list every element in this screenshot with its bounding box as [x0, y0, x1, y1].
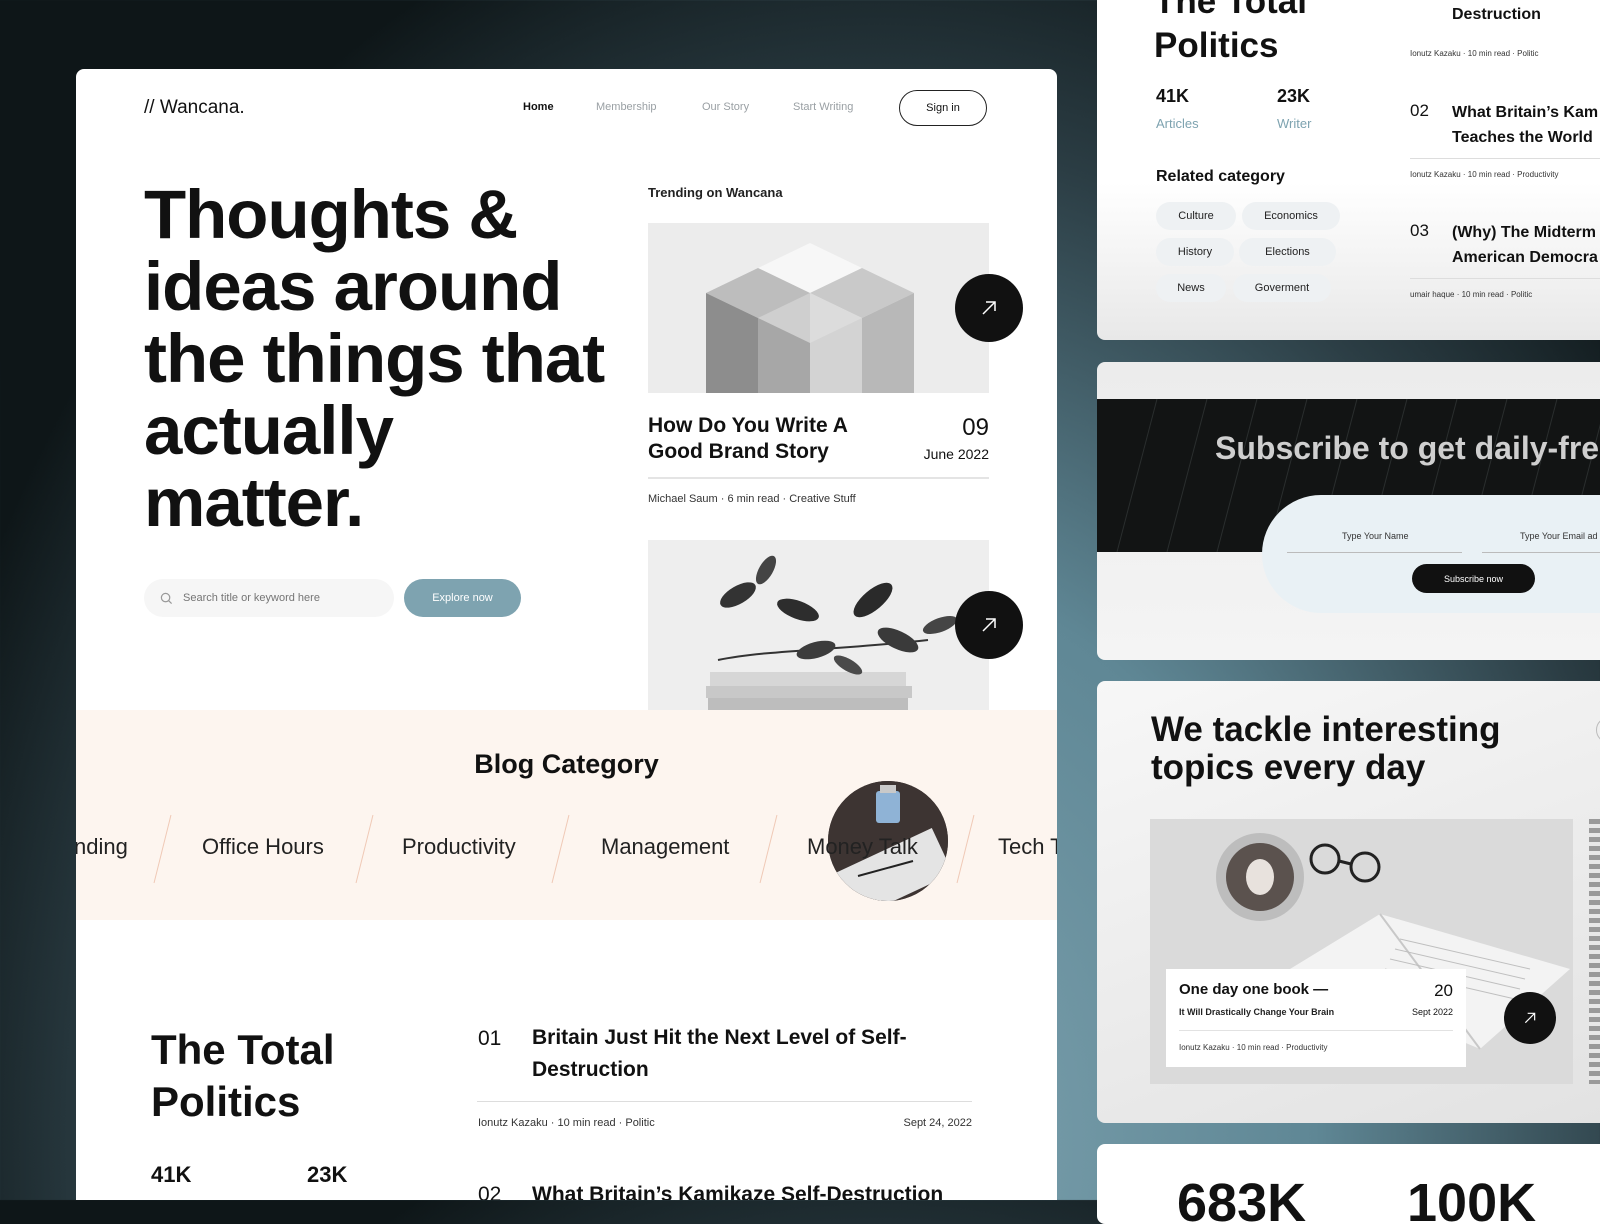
- panel-writers-label: Writer: [1277, 116, 1312, 131]
- category-item-money-talk[interactable]: Money Talk: [807, 834, 918, 860]
- nav-start-writing[interactable]: Start Writing: [793, 101, 853, 113]
- divider: [1410, 278, 1600, 279]
- panel-title-line: The Total: [1154, 0, 1307, 21]
- panel-article-title-line: Teaches the World: [1452, 129, 1593, 146]
- divider: [1179, 1030, 1453, 1031]
- chip-economics[interactable]: Economics: [1242, 202, 1340, 230]
- search-bar[interactable]: [144, 579, 394, 617]
- article-meta: Ionutz Kazaku · 10 min read · Politic: [478, 1117, 655, 1129]
- category-item-tech[interactable]: Tech T: [998, 834, 1057, 860]
- panel-article-meta: umair haque · 10 min read · Politic: [1410, 290, 1533, 299]
- category-item-productivity[interactable]: Productivity: [402, 834, 516, 860]
- panel-article-meta: Ionutz Kazaku · 10 min read · Politic: [1410, 49, 1539, 58]
- brand-logo[interactable]: // Wancana.: [144, 97, 245, 119]
- arrow-up-right-icon: [982, 618, 996, 632]
- writers-count: 23K: [307, 1162, 348, 1187]
- article-date: Sept 24, 2022: [903, 1117, 972, 1129]
- blog-category-title: Blog Category: [474, 749, 659, 779]
- panel-article-number: 02: [1410, 101, 1429, 120]
- articles-count: 41K: [151, 1162, 192, 1187]
- search-icon: [160, 592, 173, 604]
- chip-elections[interactable]: Elections: [1239, 238, 1336, 266]
- category-item-trending[interactable]: nding: [76, 834, 128, 860]
- chip-news[interactable]: News: [1156, 274, 1226, 302]
- topics-post-subtitle: It Will Drastically Change Your Brain: [1179, 1007, 1335, 1017]
- search-input[interactable]: [181, 591, 375, 605]
- politics-title: The Total Politics: [151, 1026, 335, 1125]
- arrow-up-right-icon: [1524, 1012, 1536, 1024]
- trending-post-title[interactable]: How Do You Write A Good Brand Story: [648, 413, 888, 465]
- stat-value: 100K: [1407, 1173, 1537, 1224]
- email-field-label[interactable]: Type Your Email ad: [1520, 531, 1598, 541]
- trending-post-image[interactable]: [648, 223, 989, 393]
- nav-membership[interactable]: Membership: [596, 101, 657, 113]
- topics-post-month: Sept 2022: [1411, 1007, 1453, 1017]
- panel-article-meta: Ionutz Kazaku · 10 min read · Productivi…: [1410, 170, 1559, 179]
- panel-article-title-line: American Democra: [1452, 249, 1598, 266]
- topics-image[interactable]: One day one book — It Will Drastically C…: [1150, 819, 1573, 1084]
- topics-post-day: 20: [1434, 981, 1453, 1000]
- panel-articles-label: Articles: [1156, 116, 1199, 131]
- chip-culture[interactable]: Culture: [1156, 202, 1236, 230]
- sign-in-button[interactable]: Sign in: [899, 90, 987, 126]
- panel-article-title[interactable]: (Why) The Midterm American Democra: [1452, 220, 1598, 270]
- trending-post-meta: Michael Saum · 6 min read · Creative Stu…: [648, 493, 856, 505]
- cubes-illustration: [648, 223, 989, 393]
- article-title[interactable]: Britain Just Hit the Next Level of Self-…: [532, 1022, 972, 1086]
- nav-home[interactable]: Home: [523, 101, 554, 113]
- topics-post-meta: Ionutz Kazaku · 10 min read · Productivi…: [1179, 1043, 1328, 1052]
- subscribe-button[interactable]: Subscribe now: [1412, 564, 1535, 593]
- open-topic-button[interactable]: [1504, 992, 1556, 1044]
- topics-panel: We tackle interesting topics every day O…: [1097, 681, 1600, 1123]
- subscribe-title: Subscribe to get daily-fre: [1215, 430, 1600, 466]
- topics-post-card[interactable]: One day one book — It Will Drastically C…: [1166, 969, 1466, 1067]
- trending-post-image-2[interactable]: [648, 540, 989, 710]
- article-title[interactable]: What Britain’s Kamikaze Self-Destruction: [532, 1179, 992, 1200]
- article-number: 02: [478, 1183, 502, 1200]
- subscribe-panel: Subscribe to get daily-fre Type Your Nam…: [1097, 362, 1600, 660]
- panel-title-line: Politics: [1154, 26, 1279, 65]
- subscribe-form: Type Your Name Type Your Email ad Subscr…: [1262, 495, 1600, 613]
- carousel-nav-button[interactable]: [1596, 717, 1600, 743]
- email-field[interactable]: [1482, 552, 1600, 553]
- politics-panel: The Total Politics 41K Articles 23K Writ…: [1097, 0, 1600, 340]
- trending-heading: Trending on Wancana: [648, 185, 783, 200]
- related-category-heading: Related category: [1156, 168, 1285, 185]
- name-field-label[interactable]: Type Your Name: [1342, 531, 1409, 541]
- panel-article-title[interactable]: Destruction: [1452, 6, 1541, 24]
- divider: [648, 477, 989, 479]
- chip-history[interactable]: History: [1156, 238, 1234, 266]
- trending-post-month: June 2022: [923, 446, 989, 462]
- panel-politics-title: The Total Politics: [1154, 0, 1307, 68]
- divider: [1410, 158, 1600, 159]
- panel-article-title-line: (Why) The Midterm: [1452, 224, 1596, 241]
- nav-our-story[interactable]: Our Story: [702, 101, 749, 113]
- arrow-up-right-icon: [982, 301, 996, 315]
- topics-post-title: One day one book —: [1179, 981, 1329, 998]
- stats-panel: 683K 100K: [1097, 1144, 1600, 1224]
- stat-value: 683K: [1177, 1173, 1307, 1224]
- divider: [477, 1101, 972, 1102]
- hero-title: Thoughts & ideas around the things that …: [144, 176, 605, 541]
- article-number: 01: [478, 1027, 502, 1050]
- panel-article-title-line: What Britain’s Kam: [1452, 104, 1599, 121]
- open-post-button[interactable]: [955, 274, 1023, 342]
- panel-article-title[interactable]: What Britain’s Kam Teaches the World: [1452, 100, 1598, 150]
- panel-articles-count: 41K: [1156, 86, 1190, 106]
- category-item-management[interactable]: Management: [601, 834, 729, 860]
- next-topic-image-peek[interactable]: [1589, 819, 1600, 1084]
- category-item-office-hours[interactable]: Office Hours: [202, 834, 324, 860]
- open-post-button-2[interactable]: [955, 591, 1023, 659]
- main-landing-card: // Wancana. Home Membership Our Story St…: [76, 69, 1057, 1200]
- panel-article-number: 03: [1410, 221, 1429, 240]
- topics-title: We tackle interesting topics every day: [1151, 710, 1501, 787]
- explore-now-button[interactable]: Explore now: [404, 579, 521, 617]
- trending-post-day: 09: [962, 414, 989, 441]
- chip-goverment[interactable]: Goverment: [1233, 274, 1331, 302]
- plant-illustration: [648, 540, 989, 710]
- name-field[interactable]: [1287, 552, 1462, 553]
- panel-writers-count: 23K: [1277, 86, 1311, 106]
